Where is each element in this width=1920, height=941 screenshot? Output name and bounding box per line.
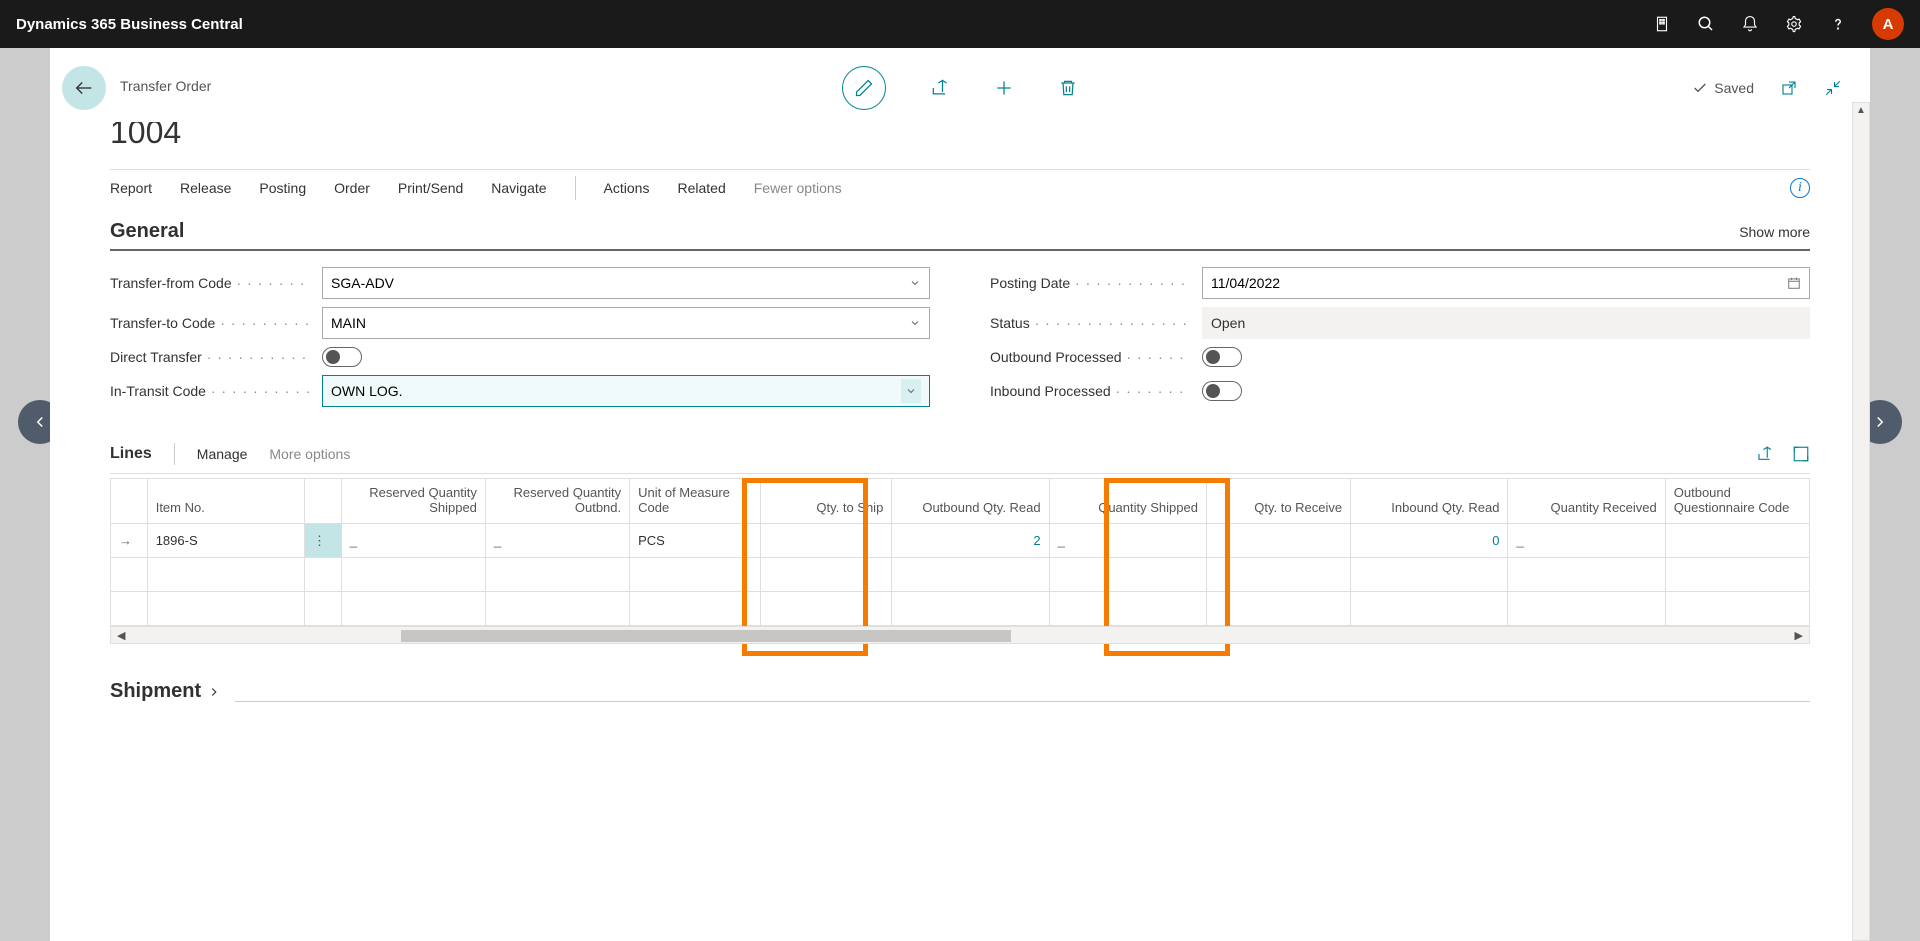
saved-indicator: Saved — [1692, 80, 1754, 96]
col-inbound-qty-read[interactable]: Inbound Qty. Read — [1351, 479, 1508, 524]
scroll-thumb[interactable] — [401, 630, 1011, 642]
avatar[interactable]: A — [1872, 8, 1904, 40]
inbound-processed-label: Inbound Processed — [990, 383, 1190, 399]
settings-icon[interactable] — [1784, 14, 1804, 34]
back-button[interactable] — [62, 66, 106, 110]
outbound-processed-label: Outbound Processed — [990, 349, 1190, 365]
scroll-right-arrow[interactable]: ▶ — [1795, 629, 1803, 642]
col-res-qty-outbnd[interactable]: Reserved Quantity Outbnd. — [485, 479, 629, 524]
col-qty-shipped[interactable]: Quantity Shipped — [1049, 479, 1206, 524]
action-print-send[interactable]: Print/Send — [398, 180, 463, 196]
cell-outbound-qty-read[interactable]: 2 — [892, 524, 1049, 558]
general-title: General — [110, 220, 184, 243]
transfer-to-code-input[interactable] — [331, 308, 901, 338]
in-transit-code-field[interactable] — [322, 375, 930, 407]
edit-button[interactable] — [842, 66, 886, 110]
vertical-scrollbar[interactable]: ▲ — [1852, 102, 1870, 941]
chevron-down-icon — [909, 317, 921, 329]
action-report[interactable]: Report — [110, 180, 152, 196]
in-transit-code-label: In-Transit Code — [110, 383, 310, 399]
cell-qty-to-ship[interactable] — [761, 524, 892, 558]
transfer-to-code-field[interactable] — [322, 307, 930, 339]
direct-transfer-label: Direct Transfer — [110, 349, 310, 365]
outbound-processed-toggle[interactable] — [1202, 347, 1242, 367]
show-more-link[interactable]: Show more — [1739, 224, 1810, 240]
action-bar: Report Release Posting Order Print/Send … — [110, 169, 1810, 210]
col-outbound-questionnaire[interactable]: Outbound Questionnaire Code — [1665, 479, 1809, 524]
col-qty-received[interactable]: Quantity Received — [1508, 479, 1665, 524]
calendar-icon[interactable] — [1787, 276, 1801, 290]
chevron-right-icon — [207, 685, 221, 699]
cell-qty-shipped[interactable]: _ — [1049, 524, 1206, 558]
delete-icon[interactable] — [1058, 78, 1078, 98]
horizontal-scrollbar[interactable]: ◀ ▶ — [110, 626, 1810, 644]
action-posting[interactable]: Posting — [259, 180, 306, 196]
action-order[interactable]: Order — [334, 180, 370, 196]
search-icon[interactable] — [1696, 14, 1716, 34]
col-item-no[interactable]: Item No. — [147, 479, 304, 524]
col-uom[interactable]: Unit of Measure Code — [630, 479, 761, 524]
cell-qty-received[interactable]: _ — [1508, 524, 1665, 558]
col-qty-to-ship[interactable]: Qty. to Ship — [761, 479, 892, 524]
saved-label: Saved — [1714, 80, 1754, 96]
collapse-icon[interactable] — [1824, 79, 1842, 97]
transfer-from-code-input[interactable] — [331, 268, 901, 298]
cell-inbound-qty-read[interactable]: 0 — [1351, 524, 1508, 558]
lines-expand-icon[interactable] — [1792, 445, 1810, 463]
transfer-from-code-field[interactable] — [322, 267, 930, 299]
top-bar: Dynamics 365 Business Central A — [0, 0, 1920, 48]
notifications-icon[interactable] — [1740, 14, 1760, 34]
row-menu-icon[interactable]: ⋮ — [305, 524, 342, 558]
lines-title: Lines — [110, 445, 152, 463]
lines-share-icon[interactable] — [1756, 445, 1774, 463]
share-icon[interactable] — [930, 78, 950, 98]
action-navigate[interactable]: Navigate — [491, 180, 546, 196]
col-res-qty-shipped[interactable]: Reserved Quantity Shipped — [341, 479, 485, 524]
scroll-left-arrow[interactable]: ◀ — [117, 629, 125, 642]
transfer-to-code-label: Transfer-to Code — [110, 315, 310, 331]
help-icon[interactable] — [1828, 14, 1848, 34]
lines-table: Item No. Reserved Quantity Shipped Reser… — [110, 478, 1810, 626]
cell-outbound-questionnaire[interactable] — [1665, 524, 1809, 558]
cell-uom[interactable]: PCS — [630, 524, 761, 558]
general-section-header[interactable]: General Show more — [110, 210, 1810, 251]
col-qty-to-receive[interactable]: Qty. to Receive — [1206, 479, 1350, 524]
chevron-down-icon — [901, 379, 921, 403]
action-actions[interactable]: Actions — [604, 180, 650, 196]
cell-res-qty-outbnd[interactable]: _ — [485, 524, 629, 558]
action-release[interactable]: Release — [180, 180, 231, 196]
action-related[interactable]: Related — [677, 180, 725, 196]
lines-manage[interactable]: Manage — [197, 446, 248, 462]
posting-date-label: Posting Date — [990, 275, 1190, 291]
table-row[interactable]: → 1896-S ⋮ _ _ PCS 2 _ 0 _ — [111, 524, 1810, 558]
cell-item-no[interactable]: 1896-S — [147, 524, 304, 558]
popout-icon[interactable] — [1780, 79, 1798, 97]
in-transit-code-input[interactable] — [331, 376, 901, 406]
record-number: 1004 — [110, 122, 1810, 151]
record-type: Transfer Order — [120, 78, 211, 98]
posting-date-input[interactable] — [1211, 268, 1781, 298]
action-fewer-options[interactable]: Fewer options — [754, 180, 842, 196]
col-outbound-qty-read[interactable]: Outbound Qty. Read — [892, 479, 1049, 524]
posting-date-field[interactable] — [1202, 267, 1810, 299]
info-icon[interactable]: i — [1790, 178, 1810, 198]
shipment-title: Shipment — [110, 680, 201, 703]
page-card: ▲ Transfer Order Saved 1004 Report Relea… — [50, 48, 1870, 941]
chevron-down-icon — [909, 277, 921, 289]
shipment-section-header[interactable]: Shipment — [110, 644, 1810, 703]
cell-res-qty-shipped[interactable]: _ — [341, 524, 485, 558]
status-value: Open — [1211, 315, 1245, 331]
lines-more-options[interactable]: More options — [269, 446, 350, 462]
transfer-from-code-label: Transfer-from Code — [110, 275, 310, 291]
cell-qty-to-receive[interactable] — [1206, 524, 1350, 558]
inbound-processed-toggle[interactable] — [1202, 381, 1242, 401]
direct-transfer-toggle[interactable] — [322, 347, 362, 367]
status-label: Status — [990, 315, 1190, 331]
app-title: Dynamics 365 Business Central — [16, 16, 243, 33]
new-icon[interactable] — [994, 78, 1014, 98]
row-select-arrow[interactable]: → — [111, 524, 148, 558]
environment-icon[interactable] — [1652, 14, 1672, 34]
status-field: Open — [1202, 307, 1810, 339]
